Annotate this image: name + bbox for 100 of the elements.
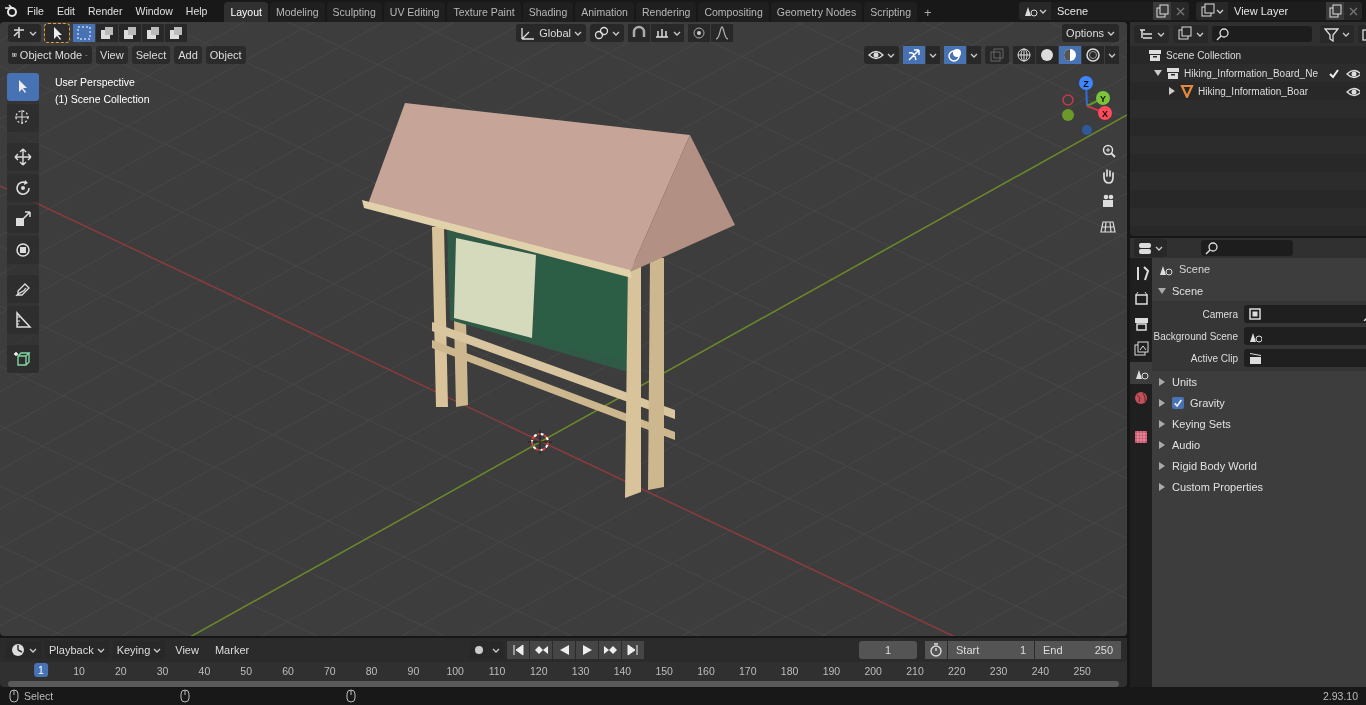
menu-item[interactable]: Edit	[50, 2, 81, 20]
menu-item[interactable]: Window	[129, 2, 179, 20]
menu-item[interactable]: Render	[82, 2, 129, 20]
x-ray-toggle[interactable]	[985, 46, 1009, 64]
3d-viewport[interactable]: Global Options Object Mode View Select Add Object User Perspective (1) Scene Collection Z Y X	[0, 22, 1127, 636]
workspace-tab[interactable]: Geometry Nodes	[770, 2, 863, 22]
menu-item[interactable]: View	[169, 644, 205, 656]
transform-orientation-dropdown[interactable]: Global	[516, 24, 587, 42]
menu-dropdown[interactable]: Keying	[112, 641, 166, 659]
panel-header[interactable]: Units	[1152, 371, 1366, 392]
shading-mode-button[interactable]	[1059, 46, 1081, 64]
checkbox[interactable]	[1172, 396, 1184, 409]
options-dropdown[interactable]: Options	[1062, 24, 1119, 42]
tool-button[interactable]	[7, 275, 39, 303]
workspace-tab[interactable]: Shading	[522, 2, 574, 22]
visibility-button[interactable]	[864, 46, 899, 64]
tool-button[interactable]	[7, 174, 39, 202]
tool-button[interactable]	[7, 205, 39, 233]
outliner-row[interactable]: Scene Collection	[1130, 46, 1366, 64]
shading-dropdown[interactable]	[1105, 46, 1119, 64]
editor-type-button[interactable]	[1134, 25, 1169, 43]
view-layer-icon[interactable]	[1200, 3, 1216, 19]
object-mode-dropdown[interactable]: Object Mode	[8, 46, 92, 64]
workspace-tab[interactable]: Texture Paint	[447, 2, 521, 22]
panel-header[interactable]: Gravity	[1152, 392, 1366, 413]
tool-button[interactable]	[7, 143, 39, 171]
menu-item[interactable]: Help	[179, 2, 214, 20]
select-mode-button[interactable]	[165, 24, 187, 42]
object-field[interactable]	[1244, 305, 1366, 323]
workspace-tab[interactable]: Animation	[575, 2, 634, 22]
menu-button[interactable]: Add	[174, 46, 202, 64]
navigation-gizmo[interactable]: Z Y X	[1055, 72, 1121, 144]
object-field[interactable]	[1244, 327, 1366, 345]
jump-to-end-button[interactable]	[622, 641, 645, 659]
panel-header[interactable]: Rigid Body World	[1152, 455, 1366, 476]
workspace-tab[interactable]: Rendering	[635, 2, 697, 22]
play-reverse-button[interactable]	[553, 641, 576, 659]
select-mode-button[interactable]	[142, 24, 164, 42]
workspace-tab[interactable]: Layout	[224, 2, 268, 22]
menu-item[interactable]: File	[21, 2, 50, 20]
shading-mode-button[interactable]	[1036, 46, 1058, 64]
workspace-tab[interactable]: Modeling	[269, 2, 325, 22]
gizmo-dropdown[interactable]	[926, 46, 940, 64]
tool-button[interactable]	[7, 306, 39, 334]
workspace-tab[interactable]: Compositing	[698, 2, 769, 22]
tool-button[interactable]	[7, 73, 39, 101]
snap-target-button[interactable]	[651, 24, 685, 42]
falloff-button[interactable]	[711, 24, 734, 42]
tool-button[interactable]	[7, 345, 39, 373]
duplicate-button[interactable]	[1153, 2, 1171, 20]
triangle-down-icon[interactable]	[1154, 69, 1162, 77]
start-frame-field[interactable]: Start 1	[948, 641, 1034, 659]
snap-toggle[interactable]	[628, 24, 651, 42]
pivot-point-button[interactable]	[590, 24, 625, 42]
workspace-tab[interactable]: Scripting	[864, 2, 917, 22]
gizmo-toggle[interactable]	[903, 46, 925, 64]
duplicate-button[interactable]	[1326, 2, 1344, 20]
select-mode-button[interactable]	[119, 24, 141, 42]
exclude-checkbox[interactable]	[1328, 67, 1340, 79]
overlay-dropdown[interactable]	[967, 46, 981, 64]
preview-range-toggle[interactable]	[925, 641, 947, 659]
panel-header[interactable]: Keying Sets	[1152, 413, 1366, 434]
proportional-editing-toggle[interactable]	[688, 24, 711, 42]
end-frame-field[interactable]: End 250	[1035, 641, 1121, 659]
triangle-right-icon[interactable]	[1168, 87, 1176, 95]
object-name[interactable]: Hiking_Information_Boar	[1198, 85, 1342, 97]
next-keyframe-button[interactable]	[599, 641, 622, 659]
workspace-tab[interactable]: UV Editing	[383, 2, 446, 22]
panel-header[interactable]: Audio	[1152, 434, 1366, 455]
scrollbar[interactable]	[8, 681, 1119, 687]
shading-mode-button[interactable]	[1013, 46, 1035, 64]
properties-tab[interactable]	[1130, 362, 1152, 384]
menu-dropdown[interactable]: Playback	[45, 641, 109, 659]
play-button[interactable]	[576, 641, 599, 659]
menu-item[interactable]: Marker	[208, 644, 256, 656]
scene-name-field[interactable]: Scene	[1051, 2, 1153, 20]
tool-button[interactable]	[7, 236, 39, 264]
workspace-tab[interactable]: Sculpting	[326, 2, 382, 22]
blender-logo-icon[interactable]	[4, 3, 20, 19]
view-layer-name-field[interactable]: View Layer	[1228, 2, 1326, 20]
3d-cursor-icon[interactable]	[527, 429, 553, 455]
previous-keyframe-button[interactable]	[530, 641, 553, 659]
panel-header[interactable]: Custom Properties	[1152, 476, 1366, 497]
select-mode-button[interactable]	[96, 24, 118, 42]
filter-button[interactable]	[1320, 25, 1354, 43]
search-field[interactable]	[1201, 240, 1293, 256]
shading-mode-button[interactable]	[1082, 46, 1104, 64]
select-tool-button[interactable]	[45, 24, 69, 42]
tool-button[interactable]	[7, 104, 39, 132]
close-icon[interactable]	[1174, 5, 1186, 17]
menu-button[interactable]: View	[96, 46, 128, 64]
overlay-toggle[interactable]	[944, 46, 966, 64]
search-field[interactable]	[1212, 26, 1312, 42]
current-frame-marker[interactable]: 1	[34, 663, 48, 677]
object-field[interactable]	[1244, 349, 1366, 367]
current-frame-field[interactable]: 1	[859, 641, 917, 659]
information-board-drawing[interactable]	[362, 103, 735, 498]
menu-button[interactable]: Select	[131, 46, 171, 64]
close-icon[interactable]	[1347, 5, 1359, 17]
menu-button[interactable]: Object	[205, 46, 246, 64]
